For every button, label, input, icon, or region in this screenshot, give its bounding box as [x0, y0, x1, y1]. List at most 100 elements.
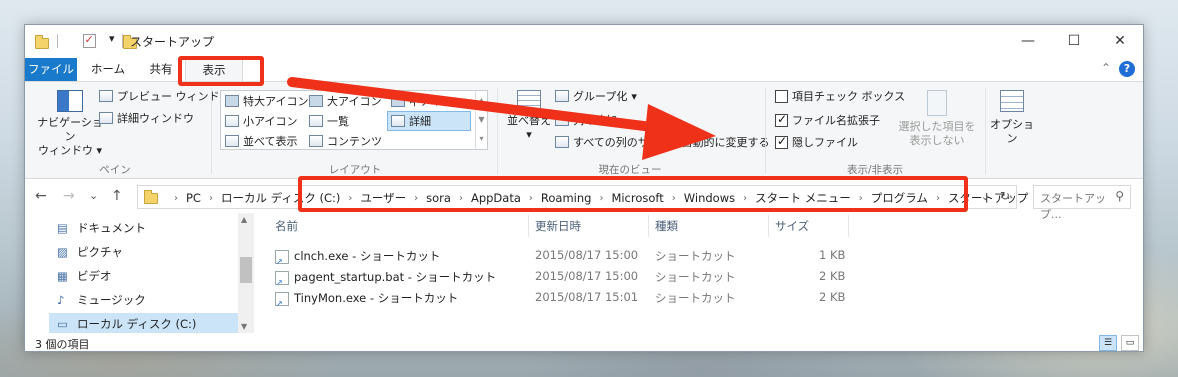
column-header-type[interactable]: 種類: [655, 215, 678, 237]
drive-icon: ▭: [57, 317, 68, 331]
layout-extra-large[interactable]: 特大アイコン: [225, 93, 308, 109]
add-columns-button[interactable]: 列の追加: [555, 112, 617, 128]
quick-access-dropdown[interactable]: ▾: [109, 32, 115, 48]
chevron-up-icon[interactable]: ⌃: [1101, 61, 1111, 75]
layout-list[interactable]: 一覧: [309, 113, 349, 129]
sidebar-item-label: ローカル ディスク (C:): [77, 317, 197, 331]
breadcrumb-sep[interactable]: ›: [414, 193, 418, 204]
sidebar-item[interactable]: ▦ ビデオ: [57, 265, 252, 287]
breadcrumb-item[interactable]: Windows: [684, 191, 735, 205]
breadcrumb-item[interactable]: ローカル ディスク (C:): [221, 190, 340, 206]
navigation-pane: ▤ ドキュメント ▨ ピクチャ ▦ ビデオ ♪ ミュージック ▭ ローカル ディスク (C:): [25, 213, 257, 335]
breadcrumb-sep[interactable]: ›: [348, 193, 352, 204]
column-header-name[interactable]: 名前: [275, 215, 298, 237]
tab-share[interactable]: 共有: [137, 58, 185, 81]
sidebar-item[interactable]: ♪ ミュージック: [57, 289, 252, 311]
breadcrumb-sep[interactable]: ›: [743, 193, 747, 204]
group-by-button[interactable]: グループ化 ▾: [555, 88, 637, 104]
tiles-icon: [225, 135, 239, 147]
breadcrumb-item[interactable]: sora: [426, 191, 451, 205]
ribbon-tabs: ファイル ホーム 共有 表示 ⌃ ?: [25, 58, 1143, 81]
tab-file[interactable]: ファイル: [25, 58, 77, 81]
recent-locations-button[interactable]: ⌄: [89, 189, 98, 202]
breadcrumb-item[interactable]: プログラム: [871, 190, 928, 206]
breadcrumb-item[interactable]: スタート メニュー: [755, 190, 851, 206]
breadcrumb-sep[interactable]: ›: [459, 193, 463, 204]
sidebar-item[interactable]: ▤ ドキュメント: [57, 217, 252, 239]
file-date: 2015/08/17 15:01: [535, 290, 639, 304]
divider: [648, 215, 649, 237]
properties-icon[interactable]: [82, 33, 96, 48]
layout-medium[interactable]: 中アイコン: [391, 93, 463, 109]
refresh-button[interactable]: ↻: [1000, 189, 1010, 203]
group-label-current-view: 現在のビュー: [598, 164, 662, 176]
details-pane-button[interactable]: 詳細ウィンドウ: [99, 110, 194, 126]
tab-view[interactable]: 表示: [185, 58, 243, 81]
layout-tiles[interactable]: 並べて表示: [225, 133, 298, 149]
sidebar-item-label: ドキュメント: [77, 221, 146, 235]
autosize-columns-button[interactable]: すべての列のサイズを自動的に変更する: [555, 134, 769, 150]
sort-button[interactable]: 並べ替え ▾: [505, 90, 553, 142]
breadcrumb-sep[interactable]: ›: [859, 193, 863, 204]
up-button[interactable]: ↑: [111, 188, 123, 204]
scroll-thumb[interactable]: [240, 257, 252, 283]
sidebar-item[interactable]: ▨ ピクチャ: [57, 241, 252, 263]
breadcrumb-item[interactable]: ユーザー: [360, 190, 406, 206]
videos-icon: ▦: [57, 269, 68, 283]
maximize-button[interactable]: ☐: [1051, 25, 1097, 57]
tab-home[interactable]: ホーム: [81, 58, 135, 81]
file-name: pagent_startup.bat - ショートカット: [275, 269, 496, 287]
file-row[interactable]: clnch.exe - ショートカット 2015/08/17 15:00 ショートカ…: [273, 245, 853, 266]
layout-content[interactable]: コンテンツ: [309, 133, 382, 149]
details-view-button[interactable]: ☰: [1099, 335, 1117, 351]
search-input[interactable]: スタートアップ... ⚲: [1033, 185, 1131, 221]
item-checkboxes-toggle[interactable]: 項目チェック ボックス: [775, 88, 905, 104]
scroll-down-arrow[interactable]: ▼: [241, 322, 247, 331]
forward-button[interactable]: →: [63, 188, 75, 204]
divider: [765, 88, 766, 174]
divider: [211, 88, 212, 174]
hidden-items-toggle[interactable]: 隠しファイル: [775, 134, 858, 150]
layout-large[interactable]: 大アイコン: [309, 93, 381, 109]
group-label-show-hide: 表示/非表示: [846, 164, 904, 176]
breadcrumb-item[interactable]: AppData: [471, 191, 521, 205]
file-row[interactable]: pagent_startup.bat - ショートカット 2015/08/17 1…: [273, 266, 853, 287]
item-count: 3 個の項目: [35, 338, 90, 351]
layout-small[interactable]: 小アイコン: [225, 113, 297, 129]
address-dropdown[interactable]: ⌄: [981, 190, 990, 203]
sidebar-item-label: ミュージック: [77, 293, 146, 307]
scroll-up-arrow[interactable]: ▲: [241, 215, 247, 224]
status-bar: 3 個の項目 ☰ ▭: [25, 333, 1143, 351]
breadcrumb-sep[interactable]: ›: [936, 193, 940, 204]
gallery-scroll[interactable]: ▲ ▼ ▾: [475, 91, 487, 149]
hide-selected-button[interactable]: 選択した項目を 表示しない: [895, 90, 979, 148]
layout-details[interactable]: 詳細: [387, 111, 471, 131]
breadcrumb-sep[interactable]: ›: [672, 193, 676, 204]
minimize-button[interactable]: —: [1005, 25, 1051, 57]
close-button[interactable]: ✕: [1097, 25, 1143, 57]
divider: [848, 215, 849, 237]
sidebar-item[interactable]: ▭ ローカル ディスク (C:): [49, 313, 243, 335]
sidebar-scrollbar[interactable]: ▲ ▼: [238, 213, 254, 333]
checkbox-checked-icon: [775, 134, 788, 149]
breadcrumb-item[interactable]: PC: [186, 191, 201, 205]
breadcrumb-sep[interactable]: ›: [529, 193, 533, 204]
breadcrumb-item[interactable]: Microsoft: [611, 191, 663, 205]
music-icon: ♪: [57, 293, 65, 307]
options-button[interactable]: オプション: [987, 90, 1037, 146]
column-header-size[interactable]: サイズ: [775, 215, 809, 237]
file-type: ショートカット: [655, 291, 736, 305]
file-row[interactable]: TinyMon.exe - ショートカット 2015/08/17 15:01 ショー…: [273, 287, 853, 308]
breadcrumb-sep[interactable]: ›: [174, 193, 178, 204]
file-size: 1 KB: [819, 248, 846, 262]
breadcrumb-sep[interactable]: ›: [599, 193, 603, 204]
large-icons-view-button[interactable]: ▭: [1121, 335, 1139, 351]
navigation-pane-button[interactable]: ナビゲーション ウィンドウ ▾: [35, 90, 105, 158]
help-icon[interactable]: ?: [1119, 61, 1135, 77]
column-header-date[interactable]: 更新日時: [535, 215, 581, 237]
breadcrumb-sep[interactable]: ›: [209, 193, 213, 204]
address-bar[interactable]: › PC › ローカル ディスク (C:) › ユーザー › sora › AppData › Roa…: [137, 185, 1028, 209]
breadcrumb-item[interactable]: Roaming: [541, 191, 592, 205]
back-button[interactable]: ←: [35, 188, 47, 204]
file-extensions-toggle[interactable]: ファイル名拡張子: [775, 112, 880, 128]
